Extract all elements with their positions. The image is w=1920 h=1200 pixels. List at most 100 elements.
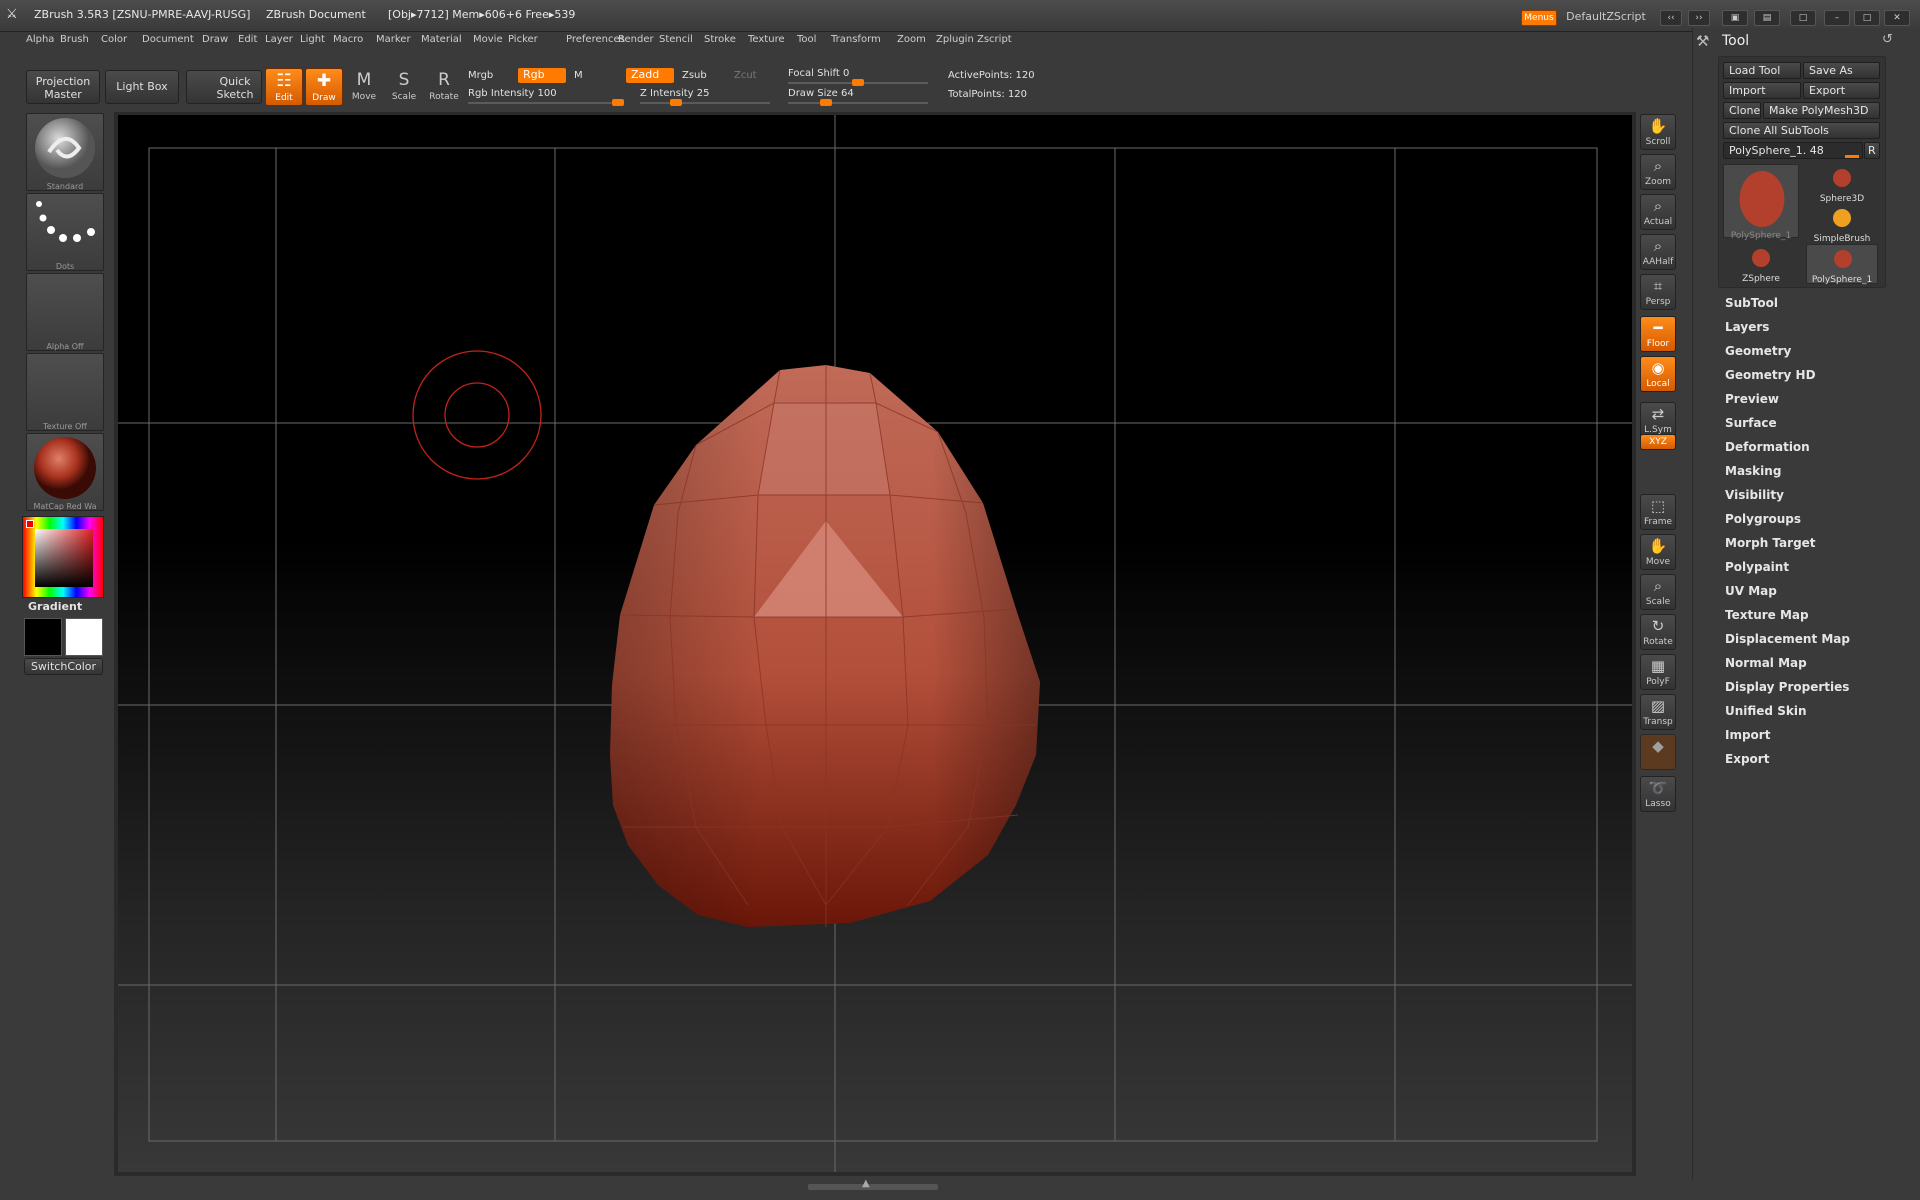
lock-icon[interactable]: □: [1790, 10, 1816, 26]
section-geometry[interactable]: Geometry: [1725, 344, 1791, 358]
move-button[interactable]: ✋ Move: [1640, 534, 1676, 570]
section-polygroups[interactable]: Polygroups: [1725, 512, 1801, 526]
section-subtool[interactable]: SubTool: [1725, 296, 1778, 310]
mrgb-toggle[interactable]: Mrgb: [468, 70, 493, 81]
local-button[interactable]: ◉ Local: [1640, 356, 1676, 392]
r-button[interactable]: R: [1864, 142, 1880, 159]
menu-material[interactable]: Material: [421, 34, 462, 45]
rgb-toggle[interactable]: Rgb: [518, 68, 566, 83]
stroke-selector[interactable]: Dots: [26, 193, 104, 271]
xyz-button[interactable]: ↻XYZ: [1640, 434, 1676, 450]
menu-transform[interactable]: Transform: [831, 34, 881, 45]
secondary-color-swatch[interactable]: [65, 618, 103, 656]
menu-layer[interactable]: Layer: [265, 34, 293, 45]
menu-zscript[interactable]: Zscript: [977, 34, 1012, 45]
menu-tool[interactable]: Tool: [797, 34, 816, 45]
tool-thumb-zsphere[interactable]: ZSphere: [1723, 244, 1799, 284]
menu-movie[interactable]: Movie: [473, 34, 503, 45]
default-zscript-button[interactable]: DefaultZScript: [1561, 10, 1651, 26]
section-geometry-hd[interactable]: Geometry HD: [1725, 368, 1816, 382]
polyf-button[interactable]: ▦ PolyF: [1640, 654, 1676, 690]
persp-button[interactable]: ⌗ Persp: [1640, 274, 1676, 310]
section-uv-map[interactable]: UV Map: [1725, 584, 1777, 598]
m-toggle[interactable]: M: [574, 70, 583, 81]
polysphere-mesh[interactable]: [610, 365, 1040, 927]
maximize-icon[interactable]: □: [1854, 10, 1880, 26]
current-tool-slider-knob[interactable]: [1845, 155, 1859, 158]
section-displacement-map[interactable]: Displacement Map: [1725, 632, 1850, 646]
menu-stencil[interactable]: Stencil: [659, 34, 693, 45]
import-button[interactable]: Import: [1723, 82, 1801, 99]
actual-button[interactable]: ⌕ Actual: [1640, 194, 1676, 230]
menus-button[interactable]: Menus: [1521, 10, 1557, 26]
menu-color[interactable]: Color: [101, 34, 127, 45]
menu-draw[interactable]: Draw: [202, 34, 228, 45]
load-tool-button[interactable]: Load Tool: [1723, 62, 1801, 79]
draw-size-knob[interactable]: [820, 99, 832, 106]
section-polypaint[interactable]: Polypaint: [1725, 560, 1789, 574]
menu-zplugin[interactable]: Zplugin: [936, 34, 974, 45]
menu-light[interactable]: Light: [300, 34, 325, 45]
menu-zoom[interactable]: Zoom: [897, 34, 926, 45]
transp-button[interactable]: ▨ Transp: [1640, 694, 1676, 730]
zoom-button[interactable]: ⌕ Zoom: [1640, 154, 1676, 190]
tool-thumb-sphere3d[interactable]: Sphere3D: [1806, 164, 1878, 204]
switchcolor-button[interactable]: SwitchColor: [24, 658, 103, 675]
section-preview[interactable]: Preview: [1725, 392, 1779, 406]
rotate-mode-button[interactable]: R Rotate: [425, 68, 463, 106]
saturation-square[interactable]: [35, 529, 93, 587]
light-box-button[interactable]: Light Box: [105, 70, 179, 104]
zcut-toggle[interactable]: Zcut: [734, 70, 757, 81]
make-polymesh3d-button[interactable]: Make PolyMesh3D: [1763, 102, 1880, 119]
brush-selector[interactable]: Standard: [26, 113, 104, 191]
rgb-intensity-knob[interactable]: [612, 99, 624, 106]
draw-size-slider[interactable]: [788, 99, 928, 106]
color-picker[interactable]: [22, 516, 104, 598]
menu-brush[interactable]: Brush: [60, 34, 89, 45]
aahalf-button[interactable]: ⌕ AAHalf: [1640, 234, 1676, 270]
section-export[interactable]: Export: [1725, 752, 1769, 766]
section-display-properties[interactable]: Display Properties: [1725, 680, 1849, 694]
section-visibility[interactable]: Visibility: [1725, 488, 1784, 502]
prev-icon[interactable]: ‹‹: [1660, 10, 1682, 26]
clone-button[interactable]: Clone: [1723, 102, 1761, 119]
section-layers[interactable]: Layers: [1725, 320, 1769, 334]
section-texture-map[interactable]: Texture Map: [1725, 608, 1809, 622]
reset-palette-icon[interactable]: ↺: [1882, 32, 1893, 47]
menu-macro[interactable]: Macro: [333, 34, 363, 45]
move-mode-button[interactable]: M Move: [345, 68, 383, 106]
projection-master-button[interactable]: Projection Master: [26, 70, 100, 104]
section-deformation[interactable]: Deformation: [1725, 440, 1810, 454]
clone-all-subtools-button[interactable]: Clone All SubTools: [1723, 122, 1880, 139]
menu-preferences[interactable]: Preferences: [566, 34, 625, 45]
menu-marker[interactable]: Marker: [376, 34, 411, 45]
tool-thumb-simplebrush[interactable]: SimpleBrush: [1806, 204, 1878, 244]
frame-button[interactable]: ⬚ Frame: [1640, 494, 1676, 530]
tool-thumb-polysphere_1[interactable]: PolySphere_1: [1806, 244, 1878, 285]
section-unified-skin[interactable]: Unified Skin: [1725, 704, 1806, 718]
zsub-toggle[interactable]: Zsub: [682, 70, 707, 81]
bottom-tray-handle[interactable]: [808, 1184, 938, 1190]
next-icon[interactable]: ››: [1688, 10, 1710, 26]
quick-sketch-button[interactable]: Quick Sketch: [186, 70, 262, 104]
close-icon[interactable]: ✕: [1884, 10, 1910, 26]
scale-button[interactable]: ⌕ Scale: [1640, 574, 1676, 610]
section-import[interactable]: Import: [1725, 728, 1770, 742]
rotate-button[interactable]: ↻ Rotate: [1640, 614, 1676, 650]
scale-mode-button[interactable]: S Scale: [385, 68, 423, 106]
save-as-button[interactable]: Save As: [1803, 62, 1880, 79]
section-morph-target[interactable]: Morph Target: [1725, 536, 1816, 550]
document-canvas[interactable]: [118, 115, 1632, 1172]
z-intensity-knob[interactable]: [669, 99, 682, 106]
alpha-selector[interactable]: Alpha Off: [26, 273, 104, 351]
rgb-intensity-slider[interactable]: [468, 99, 624, 106]
layout-icon[interactable]: ▣: [1722, 10, 1748, 26]
menu-render[interactable]: Render: [618, 34, 654, 45]
scroll-button[interactable]: ✋ Scroll: [1640, 114, 1676, 150]
section-normal-map[interactable]: Normal Map: [1725, 656, 1807, 670]
current-tool-slider[interactable]: PolySphere_1. 48: [1723, 142, 1863, 159]
draw-mode-button[interactable]: ✚ Draw: [305, 68, 343, 106]
layout-alt-icon[interactable]: ▤: [1754, 10, 1780, 26]
texture-selector[interactable]: Texture Off: [26, 353, 104, 431]
focal-shift-knob[interactable]: [852, 79, 864, 86]
